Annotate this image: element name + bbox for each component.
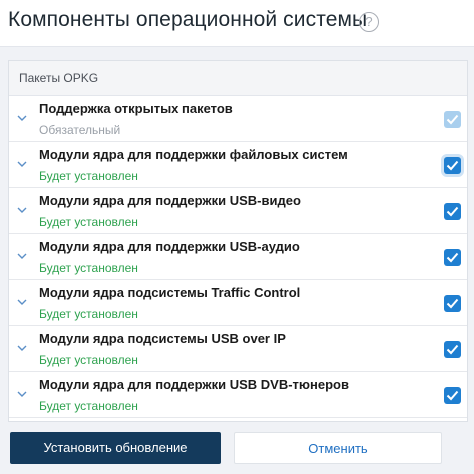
package-checkbox[interactable]: [444, 341, 461, 358]
chevron-down-icon[interactable]: [17, 345, 27, 355]
chevron-down-icon[interactable]: [17, 391, 27, 401]
package-name: Модули ядра для поддержки USB DVB-тюнеро…: [39, 377, 349, 392]
chevron-down-icon[interactable]: [17, 253, 27, 263]
help-icon[interactable]: ?: [359, 12, 379, 32]
package-status: Будет установлен: [39, 399, 138, 413]
package-status: Будет установлен: [39, 353, 138, 367]
package-status: Будет установлен: [39, 261, 138, 275]
page-title: Компоненты операционной системы: [8, 8, 368, 31]
package-checkbox[interactable]: [444, 157, 461, 174]
chevron-down-icon[interactable]: [17, 207, 27, 217]
packages-panel: Пакеты OPKG Поддержка открытых пакетов О…: [8, 60, 468, 422]
package-name: Модули ядра для поддержки USB-аудио: [39, 239, 300, 254]
install-update-button[interactable]: Установить обновление: [10, 432, 221, 464]
package-row: Модули ядра для поддержки USB-аудио Буде…: [9, 234, 467, 280]
panel-title: Пакеты OPKG: [19, 71, 99, 85]
chevron-down-icon[interactable]: [17, 299, 27, 309]
package-name: Поддержка открытых пакетов: [39, 101, 233, 116]
cancel-button[interactable]: Отменить: [234, 432, 442, 464]
package-checkbox[interactable]: [444, 203, 461, 220]
chevron-down-icon[interactable]: [17, 161, 27, 171]
package-status: Будет установлен: [39, 307, 138, 321]
package-row: Поддержка открытых пакетов Обязательный: [9, 96, 467, 142]
panel-header: Пакеты OPKG: [9, 61, 467, 96]
package-row: Модули ядра для поддержки USB DVB-тюнеро…: [9, 372, 467, 418]
package-status: Обязательный: [39, 123, 121, 137]
package-checkbox[interactable]: [444, 295, 461, 312]
page-header: Компоненты операционной системы ?: [0, 0, 474, 47]
package-row: Модули ядра подсистемы Traffic Control Б…: [9, 280, 467, 326]
package-name: Модули ядра для поддержки USB-видео: [39, 193, 301, 208]
chevron-down-icon[interactable]: [17, 115, 27, 125]
package-status: Будет установлен: [39, 215, 138, 229]
package-row: Модули ядра для поддержки файловых систе…: [9, 142, 467, 188]
package-checkbox[interactable]: [444, 387, 461, 404]
package-status: Будет установлен: [39, 169, 138, 183]
package-checkbox[interactable]: [444, 111, 461, 128]
package-name: Модули ядра подсистемы Traffic Control: [39, 285, 301, 300]
package-name: Модули ядра подсистемы USB over IP: [39, 331, 286, 346]
package-checkbox[interactable]: [444, 249, 461, 266]
package-name: Модули ядра для поддержки файловых систе…: [39, 147, 348, 162]
package-row: Модули ядра подсистемы USB over IP Будет…: [9, 326, 467, 372]
package-row: Модули ядра для поддержки USB-видео Буде…: [9, 188, 467, 234]
